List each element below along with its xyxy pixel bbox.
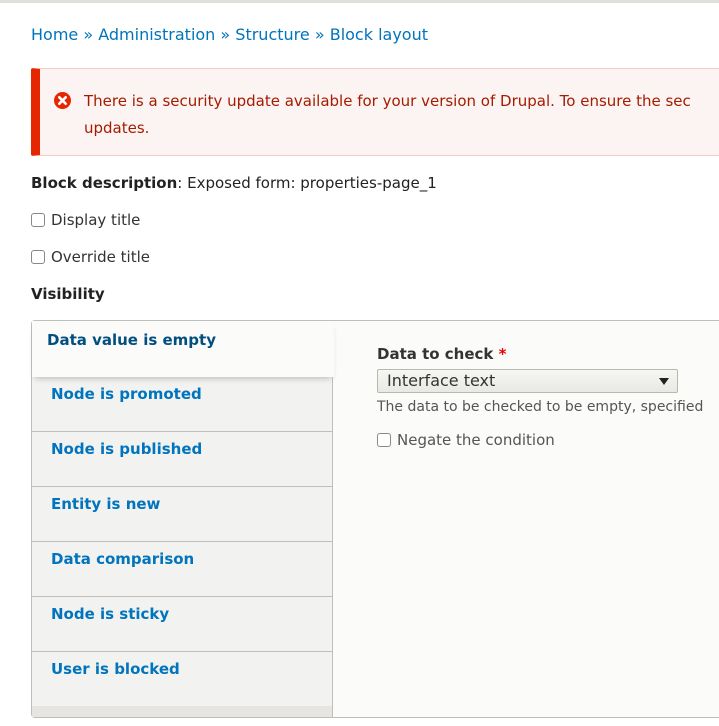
required-marker: *: [498, 345, 507, 363]
override-title-checkbox[interactable]: [31, 250, 45, 264]
data-to-check-description: The data to be checked to be empty, spec…: [377, 399, 704, 415]
tab-pane-data-value-is-empty: Data to check * Interface text The data …: [377, 345, 703, 449]
block-description-label: Block description: [31, 174, 178, 192]
tab-data-comparison[interactable]: Data comparison: [32, 541, 332, 596]
breadcrumb-block-layout[interactable]: Block layout: [330, 25, 428, 44]
breadcrumb-home[interactable]: Home: [31, 25, 78, 44]
breadcrumb-separator: »: [314, 25, 325, 44]
data-to-check-selected-value: Interface text: [387, 371, 496, 390]
dropdown-arrow-icon: [659, 378, 669, 385]
breadcrumb-administration[interactable]: Administration: [98, 25, 215, 44]
error-icon: [54, 92, 71, 109]
top-bar: [0, 0, 719, 3]
alert-line-1: There is a security update available for…: [84, 92, 691, 110]
tab-node-is-sticky[interactable]: Node is sticky: [32, 596, 332, 651]
negate-condition-row[interactable]: Negate the condition: [377, 431, 555, 449]
block-description: Block description: Exposed form: propert…: [31, 174, 437, 192]
tab-node-is-promoted[interactable]: Node is promoted: [32, 376, 332, 431]
data-to-check-select[interactable]: Interface text: [377, 369, 678, 393]
override-title-label: Override title: [51, 248, 150, 266]
tab-node-is-published[interactable]: Node is published: [32, 431, 332, 486]
tab-data-value-is-empty[interactable]: Data value is empty: [32, 321, 334, 377]
breadcrumb-separator: »: [83, 25, 94, 44]
negate-condition-label: Negate the condition: [397, 431, 555, 449]
data-to-check-label: Data to check *: [377, 345, 507, 363]
vertical-tabs-menu: Data value is empty Node is promoted Nod…: [32, 321, 334, 717]
breadcrumb-structure[interactable]: Structure: [235, 25, 309, 44]
display-title-checkbox[interactable]: [31, 213, 45, 227]
block-description-value: : Exposed form: properties-page_1: [177, 174, 437, 192]
security-alert: There is a security update available for…: [31, 68, 719, 156]
visibility-vertical-tabs: Data value is empty Node is promoted Nod…: [31, 320, 719, 718]
tab-entity-is-new[interactable]: Entity is new: [32, 486, 332, 541]
breadcrumb: Home » Administration » Structure » Bloc…: [31, 25, 428, 44]
data-to-check-label-text: Data to check: [377, 345, 494, 363]
alert-message: There is a security update available for…: [84, 88, 719, 142]
display-title-checkbox-row[interactable]: Display title: [31, 211, 140, 229]
negate-condition-checkbox[interactable]: [377, 433, 391, 447]
alert-line-2: updates.: [84, 119, 150, 137]
breadcrumb-separator: »: [220, 25, 231, 44]
visibility-heading: Visibility: [31, 285, 105, 303]
display-title-label: Display title: [51, 211, 141, 229]
override-title-checkbox-row[interactable]: Override title: [31, 248, 150, 266]
tab-user-is-blocked[interactable]: User is blocked: [32, 651, 332, 706]
